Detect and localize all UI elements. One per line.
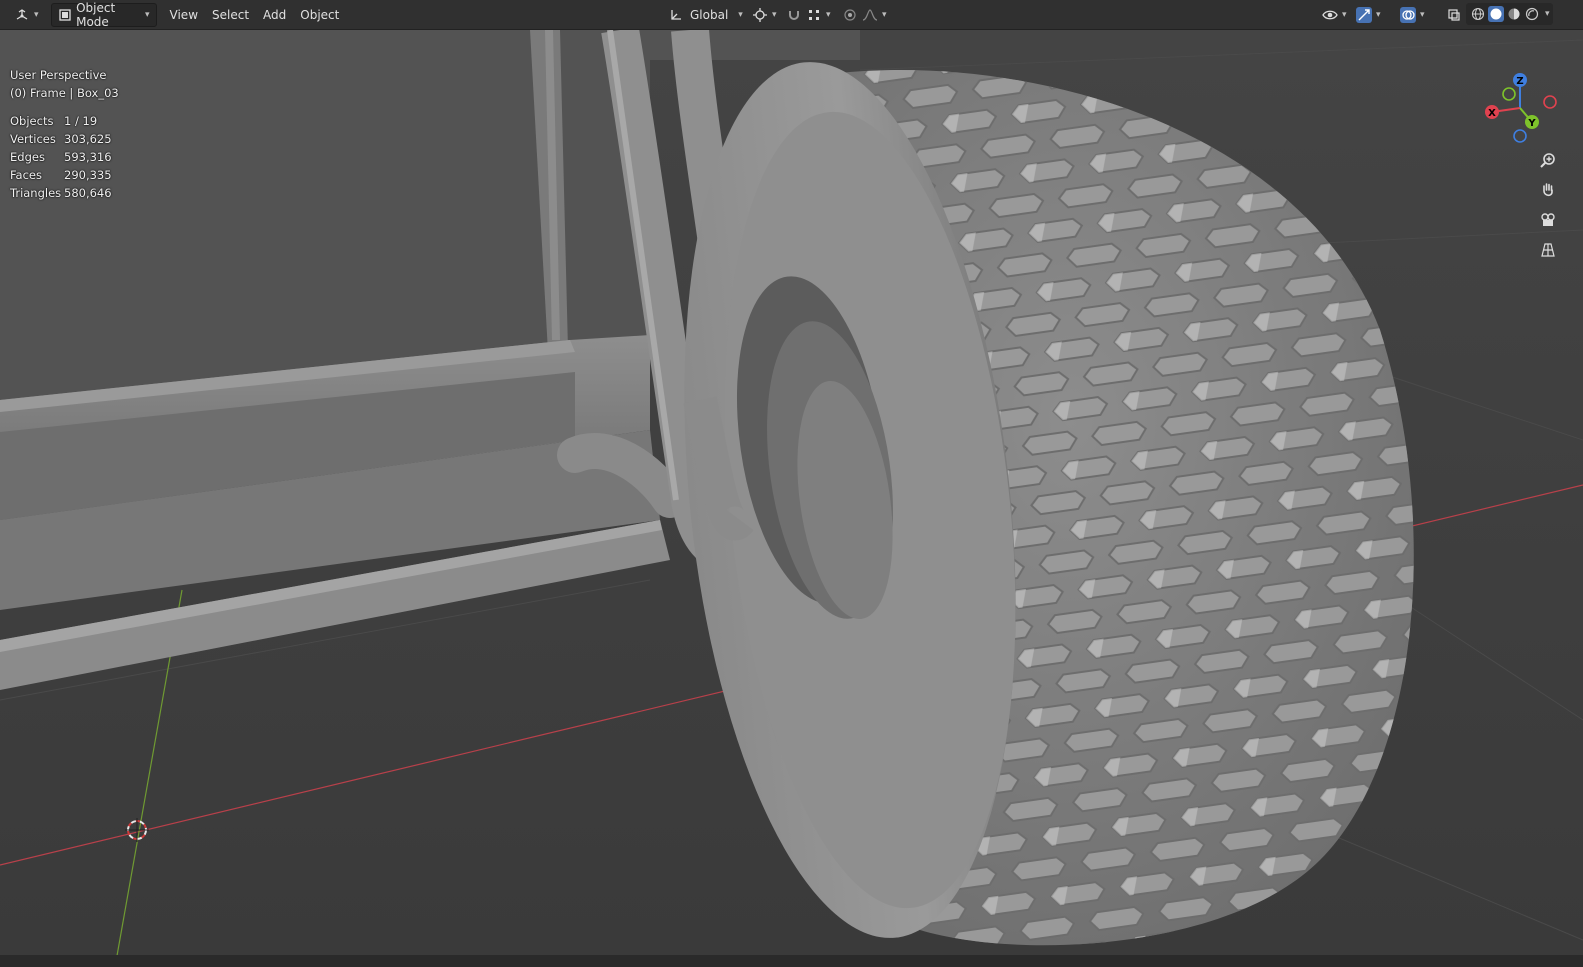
- stat-value: 290,335: [64, 168, 112, 182]
- overlay-toggle[interactable]: ▾: [1394, 4, 1431, 26]
- stat-value: 303,625: [64, 132, 112, 146]
- transform-orientation-icon: [668, 7, 684, 23]
- falloff-button[interactable]: ▾: [856, 4, 893, 26]
- x-axis-label: X: [1488, 108, 1496, 119]
- zoom-icon: [1540, 152, 1556, 168]
- stat-row: Triangles 580,646: [10, 184, 119, 202]
- stat-label: Edges: [10, 150, 45, 164]
- camera-icon: [1540, 212, 1556, 228]
- chevron-down-icon: ▾: [738, 9, 743, 20]
- neg-y-handle[interactable]: [1502, 87, 1516, 101]
- pan-hand-icon: [1540, 182, 1556, 198]
- gizmo-icon: [1356, 6, 1372, 23]
- chevron-down-icon[interactable]: ▾: [1545, 9, 1550, 19]
- mode-selector[interactable]: Object Mode ▾: [50, 0, 157, 29]
- gizmo-toggle[interactable]: ▾: [1350, 4, 1387, 26]
- wireframe-shading-icon[interactable]: [1470, 6, 1486, 22]
- transform-orientation-selector[interactable]: Global ▾: [662, 4, 749, 26]
- overlay-icon: [1400, 6, 1416, 23]
- navigation-gizmo[interactable]: Z X Y: [1478, 68, 1568, 148]
- stat-row: Objects 1 / 19: [10, 112, 119, 130]
- stat-row: Edges 593,316: [10, 148, 119, 166]
- transform-orientation-label: Global: [690, 7, 729, 22]
- snap-target-button[interactable]: ▾: [800, 4, 837, 26]
- solid-shading-icon[interactable]: [1488, 6, 1504, 22]
- pivot-point-button[interactable]: ▾: [746, 4, 783, 26]
- z-axis-label: Z: [1516, 76, 1523, 87]
- stat-label: Objects: [10, 114, 54, 128]
- scene-render: [0, 30, 1583, 967]
- shading-mode-group: ▾: [1466, 3, 1553, 25]
- mode-label: Object Mode: [76, 0, 116, 29]
- stat-label: Vertices: [10, 132, 56, 146]
- viewport-info-overlay: User Perspective (0) Frame | Box_03 Obje…: [10, 66, 119, 202]
- stat-value: 580,646: [64, 186, 112, 200]
- header-menus: View Select Add Object: [163, 8, 347, 22]
- chevron-down-icon: ▾: [772, 9, 777, 20]
- 3d-viewport[interactable]: User Perspective (0) Frame | Box_03 Obje…: [0, 30, 1583, 967]
- stat-value: 593,316: [64, 150, 112, 164]
- pivot-point-icon: [752, 7, 768, 23]
- stat-label: Faces: [10, 168, 42, 182]
- material-shading-icon[interactable]: [1506, 6, 1522, 22]
- falloff-curve-icon: [862, 7, 878, 23]
- neg-z-handle[interactable]: [1513, 129, 1527, 143]
- chevron-down-icon: ▾: [826, 9, 831, 20]
- perspective-grid-icon: [1540, 242, 1556, 258]
- editor-type-button[interactable]: ▾: [8, 4, 45, 26]
- camera-view-button[interactable]: [1534, 206, 1562, 234]
- menu-view[interactable]: View: [163, 8, 205, 22]
- stat-label: Triangles: [10, 186, 62, 200]
- statistics: Objects 1 / 19 Vertices 303,625 Edges 593,3…: [10, 112, 119, 202]
- visibility-button[interactable]: ▾: [1316, 4, 1353, 26]
- y-axis-label: Y: [1527, 118, 1536, 129]
- chevron-down-icon: ▾: [1420, 9, 1425, 20]
- object-mode-icon: [58, 7, 73, 23]
- chevron-down-icon: ▾: [1376, 9, 1381, 20]
- viewport-header: ▾ Object Mode ▾ View Select Add Object G…: [0, 0, 1583, 30]
- stat-row: Vertices 303,625: [10, 130, 119, 148]
- perspective-label: User Perspective: [10, 68, 107, 82]
- chevron-down-icon: ▾: [1342, 9, 1347, 20]
- menu-add[interactable]: Add: [256, 8, 293, 22]
- 3d-viewport-icon: [14, 7, 30, 23]
- chevron-down-icon: ▾: [34, 9, 39, 20]
- projection-toggle-button[interactable]: [1534, 236, 1562, 264]
- visibility-icon: [1322, 7, 1338, 23]
- frame-object-label: (0) Frame | Box_03: [10, 86, 119, 100]
- stat-value: 1 / 19: [64, 114, 98, 128]
- stat-row: Faces 290,335: [10, 166, 119, 184]
- menu-select[interactable]: Select: [205, 8, 256, 22]
- chevron-down-icon: ▾: [145, 9, 150, 20]
- chevron-down-icon: ▾: [882, 9, 887, 20]
- rendered-shading-icon[interactable]: [1524, 6, 1540, 22]
- xray-toggle[interactable]: [1440, 4, 1468, 26]
- bottom-edge: [0, 955, 1583, 967]
- xray-icon: [1446, 7, 1462, 23]
- snap-grid-icon: [806, 7, 822, 23]
- pan-button[interactable]: [1534, 176, 1562, 204]
- menu-object[interactable]: Object: [293, 8, 346, 22]
- neg-x-handle[interactable]: [1543, 95, 1557, 109]
- zoom-button[interactable]: [1534, 146, 1562, 174]
